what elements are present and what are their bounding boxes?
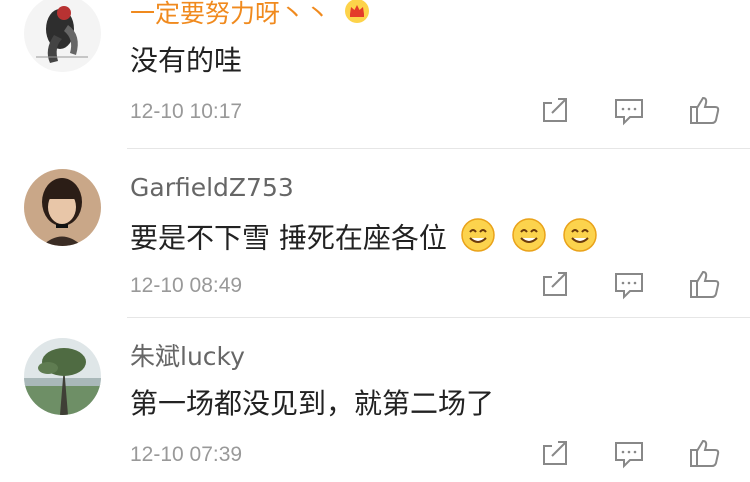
timestamp: 12-10 07:39 <box>130 443 243 466</box>
comment-icon[interactable] <box>612 267 646 301</box>
like-icon[interactable] <box>688 93 722 127</box>
comment-text: 第一场都没见到，就第二场了 <box>130 387 495 420</box>
username[interactable]: 朱斌lucky <box>130 341 245 373</box>
comment-item: GarfieldZ753 要是不下雪 捶死在座各位 12-10 08:49 <box>0 149 750 309</box>
username[interactable]: 一定要努力呀丶丶 <box>130 0 370 32</box>
username[interactable]: GarfieldZ753 <box>130 172 294 204</box>
avatar[interactable] <box>24 169 101 246</box>
crown-icon <box>344 0 370 32</box>
avatar[interactable] <box>24 0 101 72</box>
timestamp: 12-10 10:17 <box>130 100 243 123</box>
share-icon[interactable] <box>538 436 572 470</box>
timestamp: 12-10 08:49 <box>130 274 243 297</box>
comment-item: 一定要努力呀丶丶 没有的哇 12-10 10:17 <box>0 0 750 135</box>
emoji-group <box>460 217 604 262</box>
comment-text: 没有的哇 <box>130 44 243 77</box>
smile-emoji-icon <box>460 217 496 262</box>
comment-icon[interactable] <box>612 93 646 127</box>
username-text[interactable]: 一定要努力呀丶丶 <box>130 0 330 28</box>
comment-item: 朱斌lucky 第一场都没见到，就第二场了 12-10 07:39 <box>0 318 750 478</box>
avatar[interactable] <box>24 338 101 415</box>
comment-content: 要是不下雪 捶死在座各位 <box>130 217 604 262</box>
like-icon[interactable] <box>688 436 722 470</box>
smile-emoji-icon <box>511 217 547 262</box>
comment-icon[interactable] <box>612 436 646 470</box>
smile-emoji-icon <box>562 217 598 262</box>
share-icon[interactable] <box>538 267 572 301</box>
comment-text: 要是不下雪 捶死在座各位 <box>130 221 447 255</box>
share-icon[interactable] <box>538 93 572 127</box>
like-icon[interactable] <box>688 267 722 301</box>
